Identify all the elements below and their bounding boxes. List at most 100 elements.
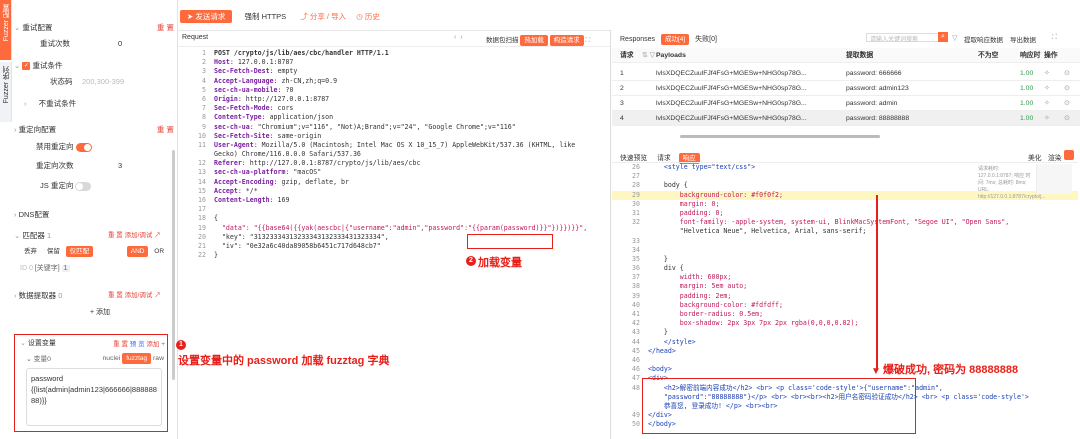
status-code-input[interactable]: 200,300-399 — [82, 74, 124, 90]
request-line-text: Origin: http://127.0.0.1:8787 — [214, 94, 330, 103]
line-number: 45 — [632, 346, 640, 355]
render-button[interactable]: 渲染 — [1048, 152, 1062, 162]
dns-config-header[interactable]: › DNS配置 — [14, 207, 174, 223]
matcher-discard-button[interactable]: 丢弃 — [20, 246, 41, 257]
request-line: 15 Accept: */* — [178, 187, 610, 196]
expand-icon[interactable]: ⛶ — [585, 37, 590, 44]
request-line: 3 Sec-Fetch-Dest: empty — [178, 67, 610, 76]
retry-count-input[interactable]: 0 — [118, 36, 122, 52]
variables-add-button[interactable]: 添加 + — [146, 341, 165, 348]
vartype-fuzztag[interactable]: fuzztag — [122, 353, 152, 364]
matcher-or-button[interactable]: OR — [150, 246, 168, 257]
request-header: Request ‹ › 数据包扫描 热加载 构造请求 ⛶ — [182, 34, 608, 46]
tab-success[interactable]: 成功[4] — [660, 34, 690, 45]
checkbox-checked-icon[interactable]: ✓ — [22, 62, 31, 71]
col-actions[interactable]: 操作 — [1044, 48, 1058, 63]
matcher-header[interactable]: ⌄ 匹配器 1 重 置 添加/调试 ↗ — [14, 228, 174, 244]
panel-divider[interactable] — [610, 30, 611, 439]
table-row[interactable]: 4 lvlsXDQECZuulFJf4FsG+MGESw+NHG0sp78G...… — [612, 111, 1080, 126]
table-row[interactable]: 2 lvlsXDQECZuulFJf4FsG+MGESw+NHG0sp78G...… — [612, 81, 1080, 96]
search-icon[interactable]: ⌕ — [938, 32, 948, 42]
retry-condition-row[interactable]: ⌄ ✓ 重试条件 — [14, 58, 174, 74]
col-payloads[interactable]: Payloads — [656, 48, 686, 63]
variable-editor[interactable]: password {{list(admin|admin123|666666|888… — [26, 368, 162, 426]
packet-scan-button[interactable]: 数据包扫描 — [486, 37, 519, 44]
divider — [178, 30, 610, 31]
variables-preview-button[interactable]: 预 览 — [130, 341, 145, 348]
line-number: 38 — [632, 282, 640, 291]
extractor-header[interactable]: › 数据提取器 0 重 置 添加/调试 ↗ — [14, 288, 174, 304]
tab-fuzzer-sequence[interactable]: Fuzzer 序列 — [0, 62, 12, 122]
share-button[interactable]: ⤴ 分享 / 导入 — [300, 12, 346, 21]
tab-failed[interactable]: 失败[0] — [695, 36, 717, 43]
variables-reset-button[interactable]: 重 置 — [113, 341, 128, 348]
table-row[interactable]: 1 lvlsXDQECZuulFJf4FsG+MGESw+NHG0sp78G...… — [612, 66, 1080, 81]
line-number: 19 — [198, 223, 206, 232]
matcher-add-button[interactable]: 添加/调试 ↗ — [125, 232, 161, 239]
retry-reset-button[interactable]: 重 置 — [157, 20, 174, 36]
variables-header[interactable]: ⌄ 设置变量 重 置 预 览 添加 + — [20, 338, 165, 348]
tab-request[interactable]: 请求 — [657, 155, 671, 162]
col-extracted[interactable]: 提取数据 — [846, 48, 873, 63]
line-number: 33 — [632, 236, 640, 245]
redirect-config-header[interactable]: › 重定向配置 重 置 — [14, 122, 174, 138]
tab-fuzzer-config[interactable]: Fuzzer 配置 — [0, 0, 12, 60]
matcher-reset-button[interactable]: 重 置 — [108, 232, 123, 239]
response-line: 36 div { — [612, 264, 1078, 273]
matcher-only-button[interactable]: 仅匹配 — [65, 246, 94, 257]
force-https-toggle[interactable]: 强制 HTTPS — [244, 12, 286, 21]
redirect-count-input[interactable]: 3 — [118, 158, 122, 174]
extractor-reset-button[interactable]: 重 置 — [108, 292, 123, 299]
extractor-add-item-button[interactable]: + 添加 — [90, 307, 110, 317]
response-search-input[interactable]: 请输入关键词搜索 — [866, 33, 946, 43]
table-hscrollbar[interactable] — [680, 135, 880, 138]
table-row[interactable]: 3 lvlsXDQECZuulFJf4FsG+MGESw+NHG0sp78G...… — [612, 96, 1080, 111]
js-redirect-toggle[interactable] — [75, 181, 92, 191]
settings-icon[interactable]: ⛶ — [1052, 34, 1057, 42]
export-data-button[interactable]: 导出数据 — [1010, 34, 1036, 44]
response-line: 42 box-shadow: 2px 3px 7px 2px rgba(0,0,… — [612, 319, 1078, 328]
chevron-down-icon: ⌄ — [26, 356, 32, 363]
vartype-nuclei[interactable]: nuclei — [103, 355, 121, 362]
pin-icon[interactable]: ✧ — [1044, 81, 1050, 96]
minimap[interactable] — [1036, 164, 1072, 194]
filter-icon[interactable]: ▽ — [952, 34, 957, 42]
extract-data-button[interactable]: 提取响应数据 — [964, 34, 1003, 44]
matcher-keep-button[interactable]: 保留 — [43, 246, 64, 257]
beautify-button[interactable]: 美化 — [1028, 152, 1042, 162]
responses-title: Responses — [620, 36, 656, 43]
annotation-arrow-line — [876, 195, 878, 370]
extractor-count: 0 — [58, 291, 63, 300]
pin-icon[interactable]: ✧ — [1044, 96, 1050, 111]
hot-load-button[interactable]: 热加载 — [520, 35, 548, 46]
pin-icon[interactable]: ✧ — [1044, 111, 1050, 126]
history-button[interactable]: ◷ 历史 — [356, 12, 380, 21]
send-request-button[interactable]: ➤ 发送请求 — [180, 10, 233, 23]
line-number: 16 — [198, 196, 206, 204]
tab-quick-preview[interactable]: 快速预览 — [620, 155, 647, 162]
sort-icon[interactable]: ⇅ ▽ — [642, 48, 655, 63]
redirect-reset-button[interactable]: 重 置 — [157, 122, 174, 138]
extractor-add-button[interactable]: 添加/调试 ↗ — [125, 292, 161, 299]
col-request[interactable]: 请求 — [620, 48, 634, 63]
nav-arrows-icon[interactable]: ‹ › — [454, 34, 463, 41]
arrow-right-icon[interactable]: ⊙ — [1064, 81, 1070, 96]
retry-config-header[interactable]: ⌄ 重试配置 重 置 — [14, 20, 174, 36]
col-response-time[interactable]: 响应时 — [1020, 48, 1040, 63]
disable-redirect-toggle[interactable] — [75, 142, 92, 152]
pin-icon[interactable]: ✧ — [1044, 66, 1050, 81]
more-icon[interactable] — [1064, 150, 1074, 160]
matcher-and-button[interactable]: AND — [126, 246, 149, 257]
arrow-right-icon[interactable]: ⊙ — [1064, 96, 1070, 111]
arrow-right-icon[interactable]: ⊙ — [1064, 111, 1070, 126]
no-retry-row[interactable]: › 不重试条件 — [14, 96, 174, 112]
arrow-right-icon[interactable]: ⊙ — [1064, 66, 1070, 81]
cell-id: 2 — [620, 85, 624, 92]
request-line-text: sec-ch-ua-mobile: ?0 — [214, 85, 294, 94]
vartype-raw[interactable]: raw — [153, 355, 164, 362]
build-request-button[interactable]: 构造请求 — [549, 35, 584, 46]
matcher-item[interactable]: ID 0 [关键字] 1 — [20, 263, 70, 273]
config-scrollbar[interactable] — [172, 150, 175, 380]
response-line: 39 padding: 2em; — [612, 292, 1078, 301]
col-not-empty[interactable]: 不为空 — [978, 48, 998, 63]
